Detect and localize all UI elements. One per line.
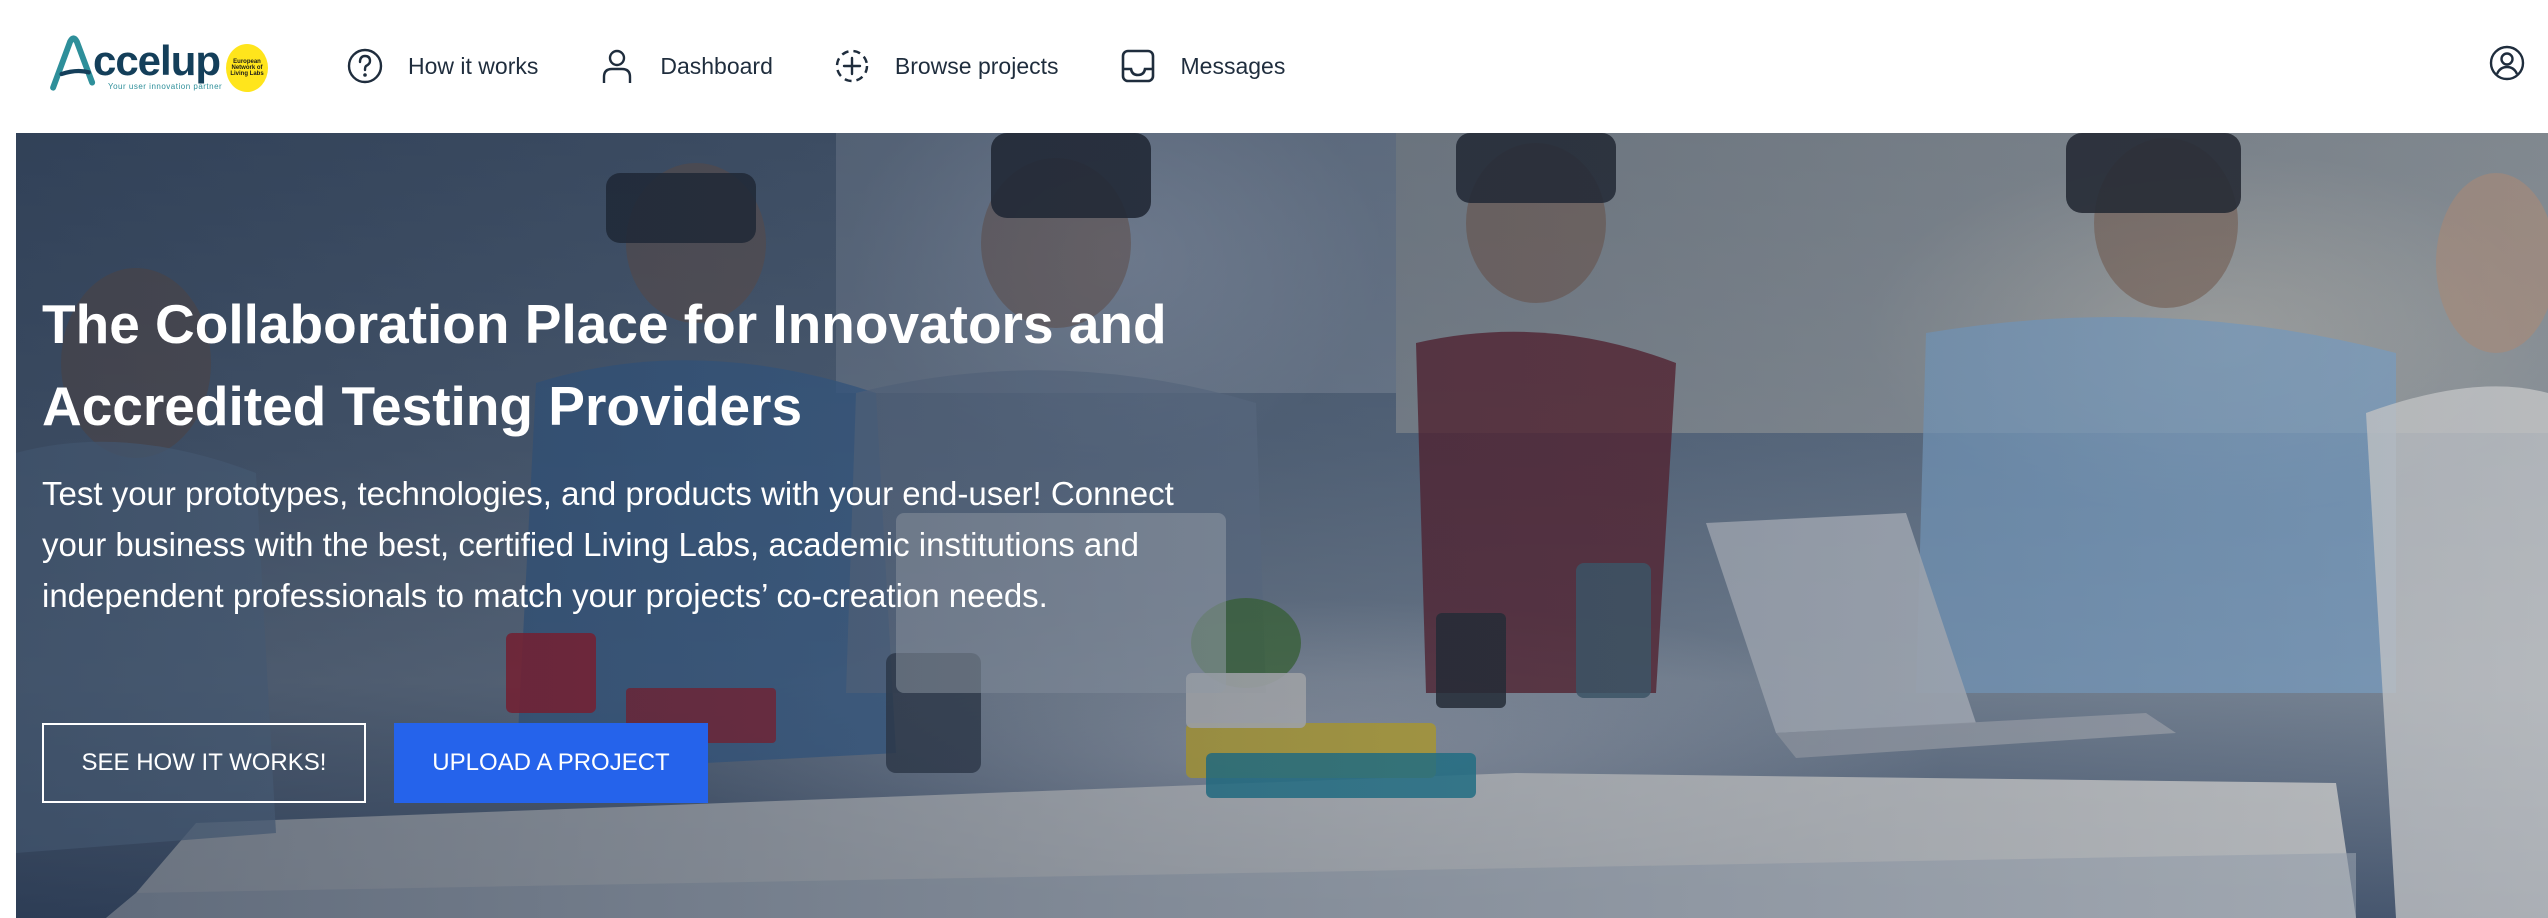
- enoll-badge-text: European Network of Living Labs: [230, 59, 264, 77]
- nav-dashboard[interactable]: Dashboard: [598, 47, 773, 85]
- inbox-icon: [1121, 49, 1154, 83]
- browse-target-icon: [835, 49, 869, 83]
- nav-how-it-works-label: How it works: [408, 52, 539, 79]
- hero-banner: The Collaboration Place for Innovators a…: [16, 133, 2548, 918]
- upload-project-button[interactable]: UPLOAD A PROJECT: [394, 723, 708, 803]
- see-how-it-works-button[interactable]: SEE HOW IT WORKS!: [42, 723, 366, 803]
- question-circle-icon: [347, 48, 383, 84]
- nav-dashboard-label: Dashboard: [660, 52, 773, 79]
- account-circle-icon[interactable]: [2488, 44, 2526, 82]
- enoll-badge: European Network of Living Labs: [226, 44, 268, 92]
- nav-browse-projects[interactable]: Browse projects: [833, 47, 1059, 85]
- logo-tagline: Your user innovation partner: [108, 82, 223, 91]
- main-navigation: How it works Dashboard Browse projects M…: [346, 40, 1345, 92]
- nav-how-it-works[interactable]: How it works: [346, 47, 538, 85]
- user-icon: [603, 49, 632, 83]
- hero-title: The Collaboration Place for Innovators a…: [42, 293, 1167, 437]
- hero-description: Test your prototypes, technologies, and …: [42, 475, 1174, 614]
- top-navbar: ccelup Your user innovation partner Euro…: [0, 0, 2548, 133]
- accelup-logo[interactable]: ccelup Your user innovation partner Euro…: [48, 28, 268, 98]
- nav-messages-label: Messages: [1180, 52, 1286, 79]
- nav-browse-projects-label: Browse projects: [894, 52, 1059, 79]
- accelup-logo-mark-icon: [50, 35, 96, 91]
- logo-text: ccelup: [92, 37, 221, 84]
- nav-messages[interactable]: Messages: [1119, 47, 1286, 85]
